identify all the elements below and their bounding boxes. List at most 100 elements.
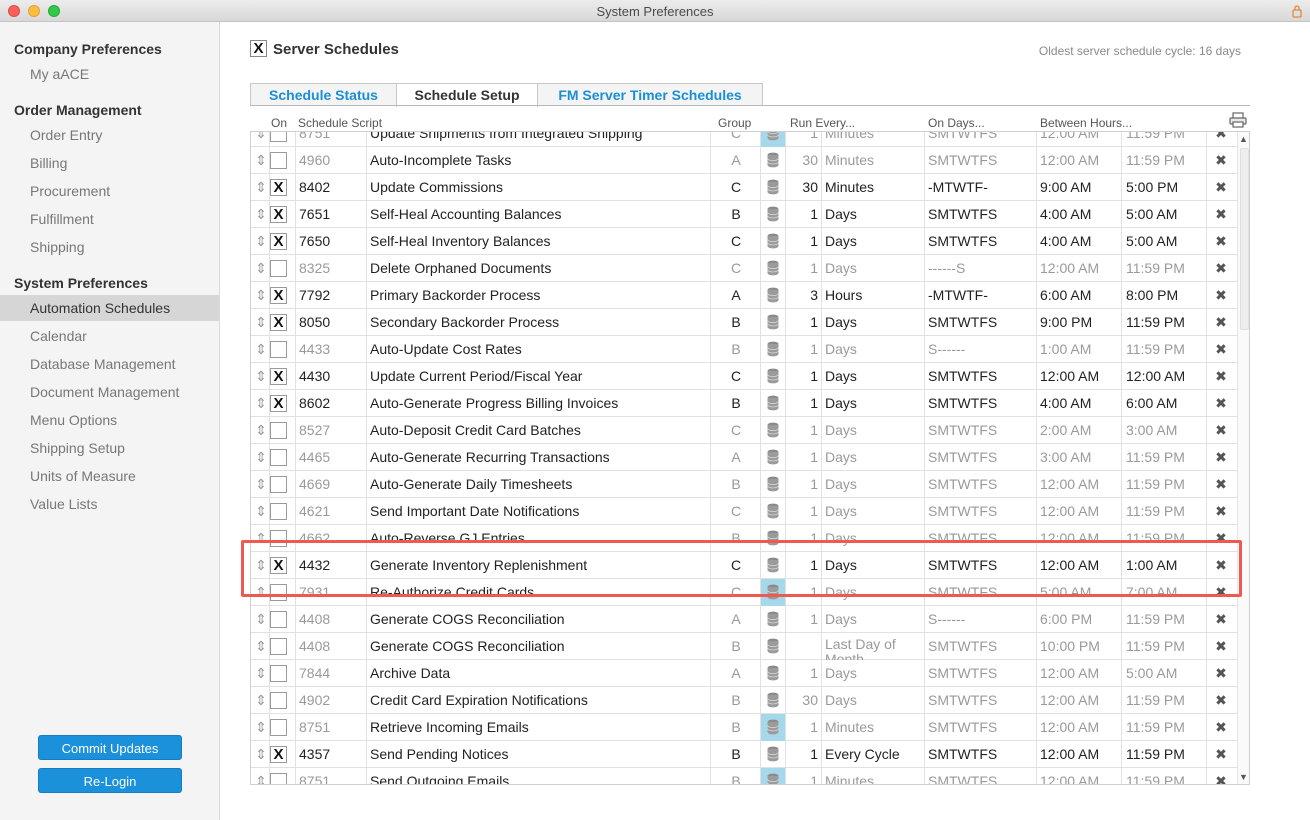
group-value[interactable]: A	[713, 606, 759, 633]
between-hours-start[interactable]: 12:00 AM	[1040, 255, 1124, 282]
delete-x-icon[interactable]: ✖	[1208, 633, 1234, 660]
row-on-checkbox[interactable]: X	[270, 233, 287, 250]
table-scrollbar[interactable]: ▲ ▼	[1237, 132, 1249, 784]
between-hours-end[interactable]: 11:59 PM	[1126, 444, 1206, 471]
group-value[interactable]: B	[713, 741, 759, 768]
run-every-number[interactable]: 30	[786, 174, 818, 201]
run-every-unit[interactable]: Every Cycle	[825, 741, 925, 768]
schedule-script-name[interactable]: Re-Authorize Credit Cards	[370, 579, 710, 606]
between-hours-end[interactable]: 12:00 AM	[1126, 363, 1206, 390]
drag-handle-icon[interactable]: ⇕	[253, 201, 269, 228]
group-value[interactable]: A	[713, 147, 759, 174]
group-value[interactable]: C	[713, 417, 759, 444]
on-days-value[interactable]: SMTWTFS	[928, 390, 1036, 417]
table-row[interactable]: ⇕ 4408 Generate COGS Reconciliation A 1 Days S…	[251, 606, 1237, 633]
between-hours-start[interactable]: 5:00 AM	[1040, 579, 1124, 606]
row-on-checkbox[interactable]	[270, 260, 287, 277]
group-value[interactable]: B	[713, 336, 759, 363]
scroll-up-icon[interactable]: ▲	[1239, 134, 1248, 144]
sidebar-item-value-lists[interactable]: Value Lists	[0, 491, 219, 517]
sidebar-item-automation-schedules[interactable]: Automation Schedules	[0, 295, 219, 321]
table-row[interactable]: ⇕ X 7650 Self-Heal Inventory Balances C 1 Days…	[251, 228, 1237, 255]
row-on-checkbox[interactable]	[270, 341, 287, 358]
between-hours-start[interactable]: 4:00 AM	[1040, 201, 1124, 228]
between-hours-start[interactable]: 1:00 AM	[1040, 336, 1124, 363]
table-row[interactable]: ⇕ 7931 Re-Authorize Credit Cards C 1 Days SMTW…	[251, 579, 1237, 606]
schedule-script-name[interactable]: Credit Card Expiration Notifications	[370, 687, 710, 714]
drag-handle-icon[interactable]: ⇕	[253, 714, 269, 741]
row-on-checkbox[interactable]	[270, 132, 287, 142]
group-value[interactable]: A	[713, 660, 759, 687]
schedule-script-name[interactable]: Auto-Generate Daily Timesheets	[370, 471, 710, 498]
run-every-number[interactable]: 1	[786, 768, 818, 784]
run-every-number[interactable]: 1	[786, 309, 818, 336]
row-on-checkbox[interactable]	[270, 584, 287, 601]
group-value[interactable]: B	[713, 201, 759, 228]
schedule-script-name[interactable]: Auto-Incomplete Tasks	[370, 147, 710, 174]
run-every-number[interactable]: 1	[786, 660, 818, 687]
between-hours-end[interactable]: 6:00 AM	[1126, 390, 1206, 417]
between-hours-start[interactable]: 12:00 AM	[1040, 552, 1124, 579]
between-hours-end[interactable]: 7:00 AM	[1126, 579, 1206, 606]
delete-x-icon[interactable]: ✖	[1208, 471, 1234, 498]
between-hours-end[interactable]: 11:59 PM	[1126, 309, 1206, 336]
table-row[interactable]: ⇕ 7844 Archive Data A 1 Days SMTWTFS 12:00 AM 5:…	[251, 660, 1237, 687]
table-row[interactable]: ⇕ 4433 Auto-Update Cost Rates B 1 Days S------…	[251, 336, 1237, 363]
on-days-value[interactable]: SMTWTFS	[928, 498, 1036, 525]
schedule-script-name[interactable]: Update Current Period/Fiscal Year	[370, 363, 710, 390]
database-icon[interactable]	[761, 309, 785, 336]
table-row[interactable]: ⇕ 8325 Delete Orphaned Documents C 1 Days ----…	[251, 255, 1237, 282]
on-days-value[interactable]: SMTWTFS	[928, 714, 1036, 741]
drag-handle-icon[interactable]: ⇕	[253, 390, 269, 417]
sidebar-item-calendar[interactable]: Calendar	[0, 323, 219, 349]
drag-handle-icon[interactable]: ⇕	[253, 417, 269, 444]
table-row[interactable]: ⇕ X 7792 Primary Backorder Process A 3 Hours -M…	[251, 282, 1237, 309]
delete-x-icon[interactable]: ✖	[1208, 552, 1234, 579]
print-icon[interactable]	[1229, 112, 1247, 128]
database-icon[interactable]	[761, 201, 785, 228]
between-hours-start[interactable]: 10:00 PM	[1040, 633, 1124, 660]
table-row[interactable]: ⇕ X 8402 Update Commissions C 30 Minutes -MTWTF…	[251, 174, 1237, 201]
row-on-checkbox[interactable]	[270, 692, 287, 709]
run-every-unit[interactable]: Days	[825, 390, 925, 417]
between-hours-end[interactable]: 11:59 PM	[1126, 633, 1206, 660]
delete-x-icon[interactable]: ✖	[1208, 498, 1234, 525]
between-hours-start[interactable]: 12:00 AM	[1040, 525, 1124, 552]
table-row[interactable]: ⇕ 8527 Auto-Deposit Credit Card Batches C 1 D…	[251, 417, 1237, 444]
run-every-number[interactable]: 1	[786, 228, 818, 255]
sidebar-item-fulfillment[interactable]: Fulfillment	[0, 206, 219, 232]
on-days-value[interactable]: ------S	[928, 255, 1036, 282]
table-row[interactable]: ⇕ 8751 Retrieve Incoming Emails B 1 Minutes SM…	[251, 714, 1237, 741]
group-value[interactable]: C	[713, 132, 759, 147]
run-every-number[interactable]: 1	[786, 714, 818, 741]
drag-handle-icon[interactable]: ⇕	[253, 633, 269, 660]
delete-x-icon[interactable]: ✖	[1208, 525, 1234, 552]
on-days-value[interactable]: SMTWTFS	[928, 741, 1036, 768]
run-every-unit[interactable]: Last Day of Month	[825, 633, 925, 661]
row-on-checkbox[interactable]	[270, 719, 287, 736]
row-on-checkbox[interactable]	[270, 638, 287, 655]
delete-x-icon[interactable]: ✖	[1208, 417, 1234, 444]
schedule-script-name[interactable]: Auto-Generate Progress Billing Invoices	[370, 390, 710, 417]
run-every-number[interactable]	[786, 633, 818, 660]
group-value[interactable]: A	[713, 282, 759, 309]
between-hours-end[interactable]: 11:59 PM	[1126, 768, 1206, 784]
drag-handle-icon[interactable]: ⇕	[253, 363, 269, 390]
run-every-unit[interactable]: Days	[825, 444, 925, 471]
drag-handle-icon[interactable]: ⇕	[253, 309, 269, 336]
delete-x-icon[interactable]: ✖	[1208, 282, 1234, 309]
drag-handle-icon[interactable]: ⇕	[253, 741, 269, 768]
database-icon[interactable]	[761, 363, 785, 390]
on-days-value[interactable]: -MTWTF-	[928, 174, 1036, 201]
drag-handle-icon[interactable]: ⇕	[253, 282, 269, 309]
table-row[interactable]: ⇕ 4662 Auto-Reverse GJ Entries B 1 Days SMTWTF…	[251, 525, 1237, 552]
drag-handle-icon[interactable]: ⇕	[253, 132, 269, 147]
sidebar-item-shipping[interactable]: Shipping	[0, 234, 219, 260]
row-on-checkbox[interactable]	[270, 476, 287, 493]
schedule-script-name[interactable]: Update Commissions	[370, 174, 710, 201]
run-every-unit[interactable]: Days	[825, 552, 925, 579]
run-every-number[interactable]: 1	[786, 471, 818, 498]
between-hours-start[interactable]: 2:00 AM	[1040, 417, 1124, 444]
group-value[interactable]: C	[713, 498, 759, 525]
schedule-script-name[interactable]: Retrieve Incoming Emails	[370, 714, 710, 741]
